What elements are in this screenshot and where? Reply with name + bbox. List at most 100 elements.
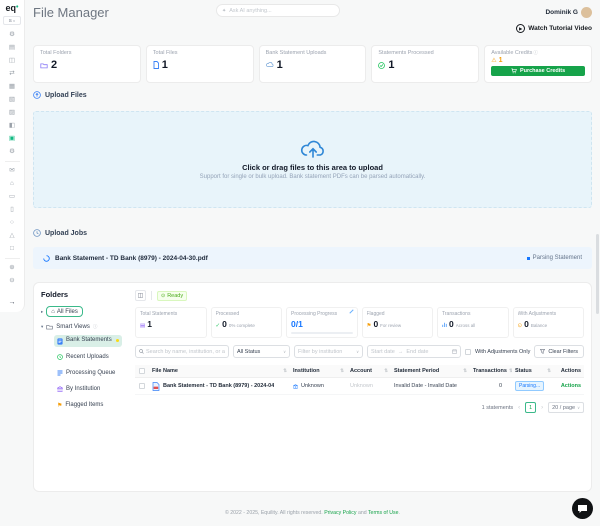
nav-users-icon[interactable]: ○	[7, 218, 18, 227]
parsing-status-badge: Parsing...	[515, 381, 544, 391]
watch-tutorial-link[interactable]: ▶ Watch Tutorial Video	[516, 24, 592, 33]
tree-item-all-files[interactable]: ▸ ⌂All Files	[41, 306, 129, 317]
sort-icon[interactable]: ⇅	[461, 368, 467, 374]
nav-share-icon[interactable]: ⇄	[7, 69, 18, 78]
nav-grid-icon[interactable]: ▨	[7, 108, 18, 117]
purchase-credits-label: Purchase Credits	[520, 68, 565, 74]
nav-mail-icon[interactable]: ✉	[7, 166, 18, 175]
nav-file-manager-icon[interactable]: ▣	[7, 134, 18, 143]
tree-item-label: Flagged Items	[65, 402, 103, 409]
nav-calendar-icon[interactable]: ▯	[7, 205, 18, 214]
statement-search-input[interactable]	[146, 349, 225, 355]
nav-documents-icon[interactable]: □	[7, 244, 18, 253]
all-files-label: All Files	[57, 309, 78, 315]
chat-widget-button[interactable]	[572, 498, 593, 519]
nav-layout-icon[interactable]: ◧	[7, 121, 18, 130]
stat-label: With Adjustments	[518, 311, 580, 317]
app-sidebar: eq• S∨ ⚙ ▤ ◫ ⇄ ▦ ▧ ▨ ◧ ▣ ⚙ ✉ ⌂ ▭ ▯ ○ △ □…	[0, 0, 25, 312]
ready-badge: ⊙Ready	[157, 291, 187, 301]
sidebar-toggle-icon[interactable]: ◫	[135, 290, 146, 301]
select-all-checkbox[interactable]	[139, 368, 145, 374]
row-checkbox[interactable]	[139, 383, 145, 389]
column-header-file-name[interactable]: File Name⇅	[149, 368, 290, 374]
chevron-down-icon: ∨	[577, 405, 580, 410]
tree-item-smart-views[interactable]: ▾ Smart Views ⓘ	[41, 324, 129, 330]
column-label: Transactions	[473, 368, 507, 374]
status-filter-select[interactable]: All Status ∨	[233, 345, 290, 358]
stat-sub: 0% complete	[229, 323, 255, 328]
ai-search[interactable]: ✦	[216, 4, 340, 17]
nav-education-icon[interactable]: ⊕	[7, 263, 18, 272]
clear-filters-label: Clear Filters	[548, 349, 578, 355]
upload-jobs-heading: Upload Jobs	[33, 229, 87, 237]
column-header-transactions[interactable]: Transactions⇅	[470, 368, 512, 374]
adjustments-only-checkbox[interactable]	[465, 349, 471, 355]
tree-item-flagged-items[interactable]: ⚑ Flagged Items	[54, 400, 122, 412]
avatar[interactable]	[581, 7, 592, 18]
tree-item-label: Recent Uploads	[66, 354, 109, 361]
stat-card-flagged: Flagged ⚑0For review	[362, 307, 434, 338]
sort-icon[interactable]: ⇅	[382, 368, 388, 374]
privacy-policy-link[interactable]: Privacy Policy	[324, 510, 356, 516]
nav-apps-icon[interactable]: ▦	[7, 82, 18, 91]
nav-preferences-icon[interactable]: ⚙	[7, 147, 18, 156]
stat-sub: Across all	[456, 323, 476, 328]
nav-dashboard-icon[interactable]: ▤	[7, 43, 18, 52]
institution-filter-select[interactable]: Filter by institution ∨	[294, 345, 363, 358]
clear-filters-button[interactable]: Clear Filters	[534, 345, 584, 358]
column-header-status[interactable]: Status⇅	[512, 368, 554, 374]
sort-icon[interactable]: ⇅	[281, 368, 287, 374]
sort-icon[interactable]: ⇅	[338, 368, 344, 374]
sidebar-collapse-icon[interactable]: →	[9, 299, 16, 306]
date-range-picker[interactable]: Start date → End date	[367, 345, 461, 358]
purchase-credits-button[interactable]: Purchase Credits	[491, 66, 585, 76]
info-icon: ⓘ	[93, 324, 98, 330]
next-page-icon[interactable]: ›	[541, 405, 543, 411]
upload-dropzone[interactable]: Click or drag files to this area to uplo…	[33, 111, 592, 208]
tree-item-processing-queue[interactable]: Processing Queue	[54, 368, 122, 379]
filter-bar: All Status ∨ Filter by institution ∨ Sta…	[135, 345, 584, 358]
table-row[interactable]: Bank Statement - TD Bank (8979) - 2024-0…	[135, 378, 584, 395]
statement-search[interactable]	[135, 345, 229, 358]
column-header-statement-period[interactable]: Statement Period⇅	[391, 368, 470, 374]
nav-table-icon[interactable]: ▧	[7, 95, 18, 104]
tree-item-by-institution[interactable]: By Institution	[54, 384, 122, 395]
page-size-select[interactable]: 20 / page∨	[548, 402, 584, 413]
column-header-account[interactable]: Account⇅	[347, 368, 391, 374]
column-header-institution[interactable]: Institution⇅	[290, 368, 347, 374]
adjustments-only-label: With Adjustments Only	[475, 349, 530, 355]
column-header-actions: Actions	[554, 368, 584, 374]
clock-icon	[57, 354, 63, 360]
workspace-select[interactable]: S∨	[3, 16, 21, 25]
stat-label: Total Folders	[40, 50, 134, 56]
tree-item-bank-statements[interactable]: Bank Statements	[54, 335, 122, 347]
row-actions-link[interactable]: Actions	[554, 383, 584, 389]
tree-item-recent-uploads[interactable]: Recent Uploads	[54, 352, 122, 363]
pdf-file-icon	[152, 382, 160, 391]
nav-settings-icon[interactable]: ⚙	[7, 30, 18, 39]
nav-banking-icon[interactable]: ▭	[7, 192, 18, 201]
info-icon: ⓘ	[533, 50, 538, 56]
workspace-label: S	[9, 18, 12, 23]
terms-of-use-link[interactable]: Terms of Use	[368, 510, 399, 516]
end-date-placeholder: End date	[406, 349, 428, 355]
statements-icon: ▤	[140, 324, 145, 330]
ai-search-input[interactable]	[229, 8, 334, 14]
nav-help-icon[interactable]: ⊖	[7, 276, 18, 285]
scrollbar-thumb[interactable]	[596, 234, 599, 314]
row-file-name[interactable]: Bank Statement - TD Bank (8979) - 2024-0…	[163, 383, 274, 389]
job-status-label: Parsing Statement	[533, 255, 582, 261]
stat-card-statements-processed: Statements Processed 1	[371, 45, 479, 83]
caret-right-icon[interactable]: ▸	[41, 309, 43, 315]
nav-home-icon[interactable]: ⌂	[7, 179, 18, 188]
all-files-pill[interactable]: ⌂All Files	[46, 306, 83, 317]
caret-down-icon[interactable]: ▾	[41, 324, 43, 330]
page-number-button[interactable]: 1	[525, 402, 536, 413]
upload-job-item[interactable]: Bank Statement - TD Bank (8979) - 2024-0…	[33, 247, 592, 269]
user-menu[interactable]: Dominik G	[545, 7, 592, 18]
nav-files-icon[interactable]: ◫	[7, 56, 18, 65]
sort-icon[interactable]: ⇅	[545, 368, 551, 374]
prev-page-icon[interactable]: ‹	[518, 405, 520, 411]
chevron-down-icon: ∨	[283, 349, 286, 354]
nav-team-icon[interactable]: △	[7, 231, 18, 240]
